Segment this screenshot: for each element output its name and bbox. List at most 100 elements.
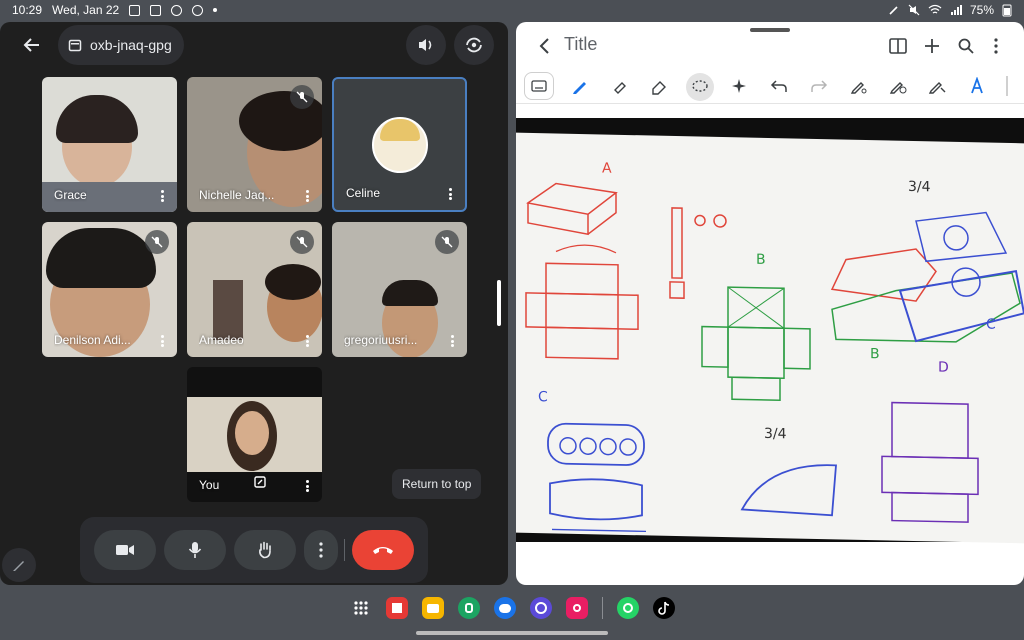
svg-text:B: B [756,252,766,268]
annotate-button[interactable] [2,548,36,582]
hang-up-icon [373,547,393,554]
undo-button[interactable] [767,74,791,98]
internet-icon[interactable] [529,597,552,619]
more-options-icon[interactable] [300,188,314,204]
participant-name: Amadeo [199,333,244,347]
video-feed-hair [46,228,156,288]
speaker-icon [419,39,432,51]
notification-dot-icon [213,8,218,12]
microphone-toggle-button[interactable] [164,530,226,570]
keyboard-button[interactable] [524,72,554,100]
more-options-icon[interactable] [443,186,457,202]
battery-icon [1002,4,1012,17]
whiteboard-photo[interactable]: A B 3/4 B C C 3/4 D [516,118,1024,544]
effects-icon[interactable] [253,475,267,494]
video-camera-icon [116,545,134,555]
more-options-icon[interactable] [300,478,314,494]
pen-status-icon [889,6,898,15]
split-screen-handle[interactable] [497,280,501,326]
plus-icon [925,39,939,53]
more-options-button[interactable] [304,530,338,570]
participant-tile[interactable]: gregoriuusri... [332,222,467,357]
video-feed-hair [382,280,438,306]
svg-text:B: B [870,346,880,362]
phone-icon[interactable] [457,597,480,619]
lasso-icon [692,80,708,92]
muted-mic-icon [290,230,314,254]
line-tool[interactable] [925,74,949,98]
microphone-icon [188,542,202,558]
pen-tool[interactable] [568,74,592,98]
camera-icon[interactable] [565,597,588,619]
whiteboard-sketch-image: A B 3/4 B C C 3/4 D [525,160,1024,533]
text-style-tool[interactable] [965,74,989,98]
status-bar: 10:29 Wed, Jan 22 75% [0,0,1024,20]
redo-button[interactable] [807,74,831,98]
muted-mic-icon [435,230,459,254]
messages-icon[interactable] [493,597,516,619]
text-style-icon [971,77,983,94]
back-button[interactable] [12,25,52,65]
self-view-tile[interactable]: You [187,367,322,502]
files-icon[interactable] [421,597,444,619]
note-title[interactable]: Title [564,34,597,55]
home-gesture-bar[interactable] [416,631,608,635]
svg-text:C: C [538,389,548,405]
participant-name: gregoriuusri... [344,333,418,347]
flipboard-icon[interactable] [385,597,408,619]
pen-toolbar [516,68,1024,104]
camera-toggle-button[interactable] [94,530,156,570]
pen-settings-tool[interactable] [847,74,871,98]
whatsapp-icon[interactable] [616,597,639,619]
meeting-code: oxb-jnaq-gpg [90,37,172,53]
arrow-left-icon [23,38,39,52]
pen-icon [573,82,586,94]
back-button[interactable] [532,34,556,58]
highlighter-tool[interactable] [608,74,632,98]
raise-hand-button[interactable] [234,530,296,570]
cast-icon [150,4,162,16]
participant-name: You [199,478,220,492]
audio-output-button[interactable] [406,25,446,65]
video-feed-hair [265,264,321,300]
pencil-icon [13,561,24,571]
book-view-button[interactable] [886,34,910,58]
toolbar-scroll-indicator[interactable] [1006,76,1008,96]
taskbar-divider [601,597,603,619]
participant-tile-active-speaker[interactable]: Celine [332,77,467,212]
search-button[interactable] [954,34,978,58]
eraser-tool[interactable] [647,74,671,98]
shape-tool[interactable] [886,74,910,98]
return-to-top-button[interactable]: Return to top [392,469,482,499]
participant-tile[interactable]: Grace [42,77,177,212]
more-options-button[interactable] [984,34,1008,58]
search-icon [958,38,974,54]
more-vert-icon [994,38,998,54]
line-pen-icon [928,82,946,94]
undo-icon [770,80,787,92]
participant-tile[interactable]: Nichelle Jaq... [187,77,322,212]
more-options-icon[interactable] [155,333,169,349]
meet-window: oxb-jnaq-gpg Grace Nichelle Jaq... Celin… [0,22,508,585]
ai-assist-tool[interactable] [727,74,751,98]
more-options-icon[interactable] [300,333,314,349]
chevron-left-icon [539,38,549,54]
lasso-tool[interactable] [686,73,714,101]
end-call-button[interactable] [352,530,414,570]
add-button[interactable] [920,34,944,58]
app-drawer-button[interactable] [350,597,372,619]
battery-level: 75% [969,3,994,17]
highlighter-icon [614,82,626,94]
book-icon [889,38,907,54]
more-options-icon[interactable] [155,188,169,204]
more-options-icon[interactable] [445,333,459,349]
window-drag-handle[interactable] [750,28,790,32]
switch-camera-button[interactable] [454,25,494,65]
svg-text:A: A [602,160,612,176]
participant-tile[interactable]: Amadeo [187,222,322,357]
more-vert-icon [319,542,323,558]
do-not-disturb-icon [192,4,204,16]
participant-tile[interactable]: Denilson Adi... [42,222,177,357]
tiktok-icon[interactable] [652,597,675,619]
meeting-code-pill[interactable]: oxb-jnaq-gpg [58,25,184,65]
